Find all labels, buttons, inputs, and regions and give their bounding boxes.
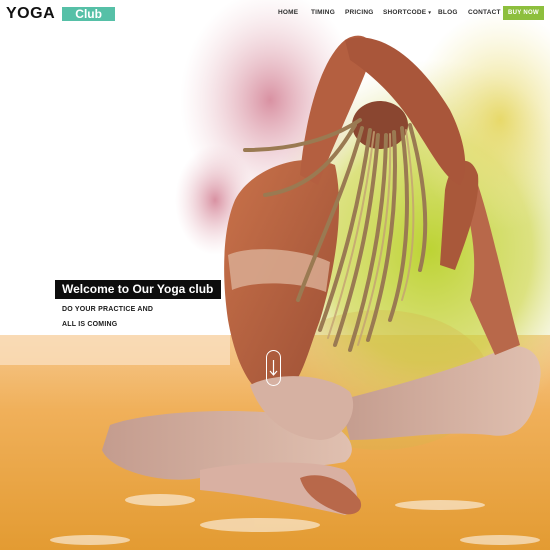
nav-shortcode[interactable]: SHORTCODE ▾ — [383, 9, 431, 16]
main-nav: HOME TIMING PRICING SHORTCODE ▾ BLOG CONT… — [0, 9, 550, 21]
hero-subtitle-line-1: DO YOUR PRACTICE AND — [62, 306, 154, 313]
nav-contact[interactable]: CONTACT — [468, 9, 501, 16]
nav-blog[interactable]: BLOG — [438, 9, 458, 16]
hero-title: Welcome to Our Yoga club — [55, 280, 221, 299]
hero-image — [0, 0, 550, 550]
nav-pricing[interactable]: PRICING — [345, 9, 374, 16]
nav-home[interactable]: HOME — [278, 9, 298, 16]
hero-section — [0, 0, 550, 550]
site-header: YOGA Club HOME TIMING PRICING SHORTCODE ▾… — [0, 0, 550, 28]
nav-timing[interactable]: TIMING — [311, 9, 335, 16]
scroll-down-button[interactable] — [266, 350, 281, 386]
arrow-down-icon — [269, 360, 278, 376]
hero-subtitle-line-2: ALL IS COMING — [62, 321, 118, 328]
nav-shortcode-label: SHORTCODE — [383, 9, 427, 16]
caret-down-icon: ▾ — [428, 10, 432, 16]
buy-now-button[interactable]: BUY NOW — [503, 6, 544, 20]
